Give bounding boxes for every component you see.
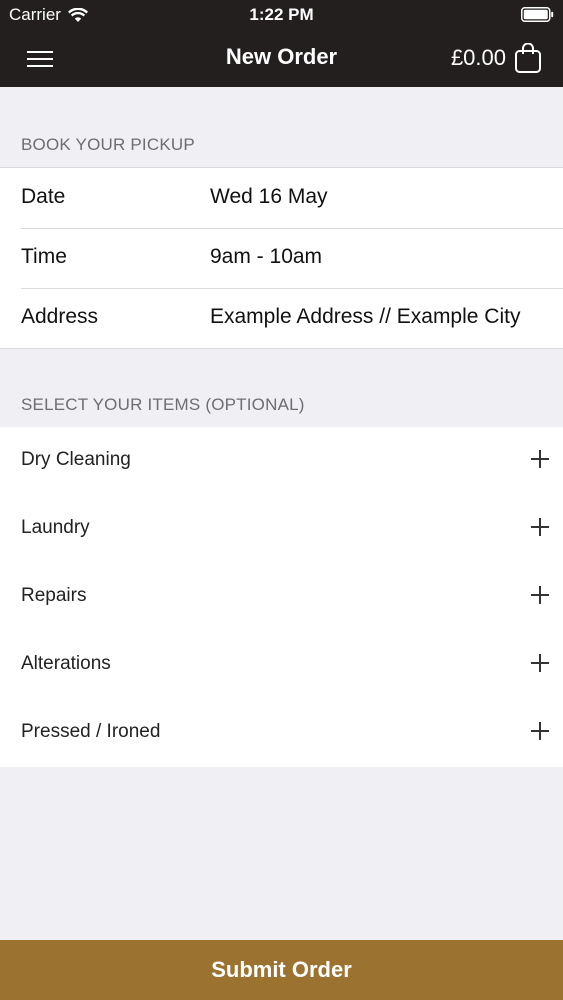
pickup-address-label: Address: [21, 305, 99, 328]
battery-icon: [521, 7, 554, 22]
pickup-time-label: Time: [21, 245, 67, 268]
item-row-alterations[interactable]: Alterations: [0, 631, 563, 699]
items-list: Dry Cleaning Laundry Repairs Alterations…: [0, 427, 563, 767]
item-row-dry-cleaning[interactable]: Dry Cleaning: [0, 427, 563, 495]
submit-order-button[interactable]: Submit Order: [0, 940, 563, 1000]
navigation-bar: New Order £0.00: [0, 30, 563, 87]
item-row-repairs[interactable]: Repairs: [0, 563, 563, 631]
item-label: Pressed / Ironed: [21, 721, 161, 742]
item-label: Laundry: [21, 517, 90, 538]
item-label: Repairs: [21, 585, 87, 606]
plus-icon[interactable]: [531, 450, 549, 468]
top-bar: Carrier 1:22 PM New Order £0.00: [0, 0, 563, 87]
pickup-date-value: Wed 16 May: [210, 185, 328, 208]
items-section-header: SELECT YOUR ITEMS (OPTIONAL): [21, 395, 305, 414]
plus-icon[interactable]: [531, 654, 549, 672]
pickup-list: Date Wed 16 May Time 9am - 10am Address …: [0, 167, 563, 349]
status-time: 1:22 PM: [249, 5, 314, 24]
item-label: Alterations: [21, 653, 111, 674]
pickup-date-label: Date: [21, 185, 66, 208]
cart-button[interactable]: £0.00: [451, 43, 541, 73]
status-bar: Carrier 1:22 PM: [0, 0, 563, 30]
plus-icon[interactable]: [531, 586, 549, 604]
shopping-bag-icon: [515, 43, 541, 73]
pickup-row-date[interactable]: Date Wed 16 May: [0, 168, 563, 228]
item-label: Dry Cleaning: [21, 449, 131, 470]
pickup-row-address[interactable]: Address Example Address // Example City: [0, 288, 563, 348]
pickup-section-header: BOOK YOUR PICKUP: [21, 135, 195, 154]
pickup-address-value: Example Address // Example City: [210, 305, 521, 328]
plus-icon[interactable]: [531, 722, 549, 740]
item-row-pressed-ironed[interactable]: Pressed / Ironed: [0, 699, 563, 767]
item-row-laundry[interactable]: Laundry: [0, 495, 563, 563]
pickup-time-value: 9am - 10am: [210, 245, 323, 268]
pickup-row-time[interactable]: Time 9am - 10am: [0, 228, 563, 288]
plus-icon[interactable]: [531, 518, 549, 536]
cart-total: £0.00: [450, 45, 506, 70]
